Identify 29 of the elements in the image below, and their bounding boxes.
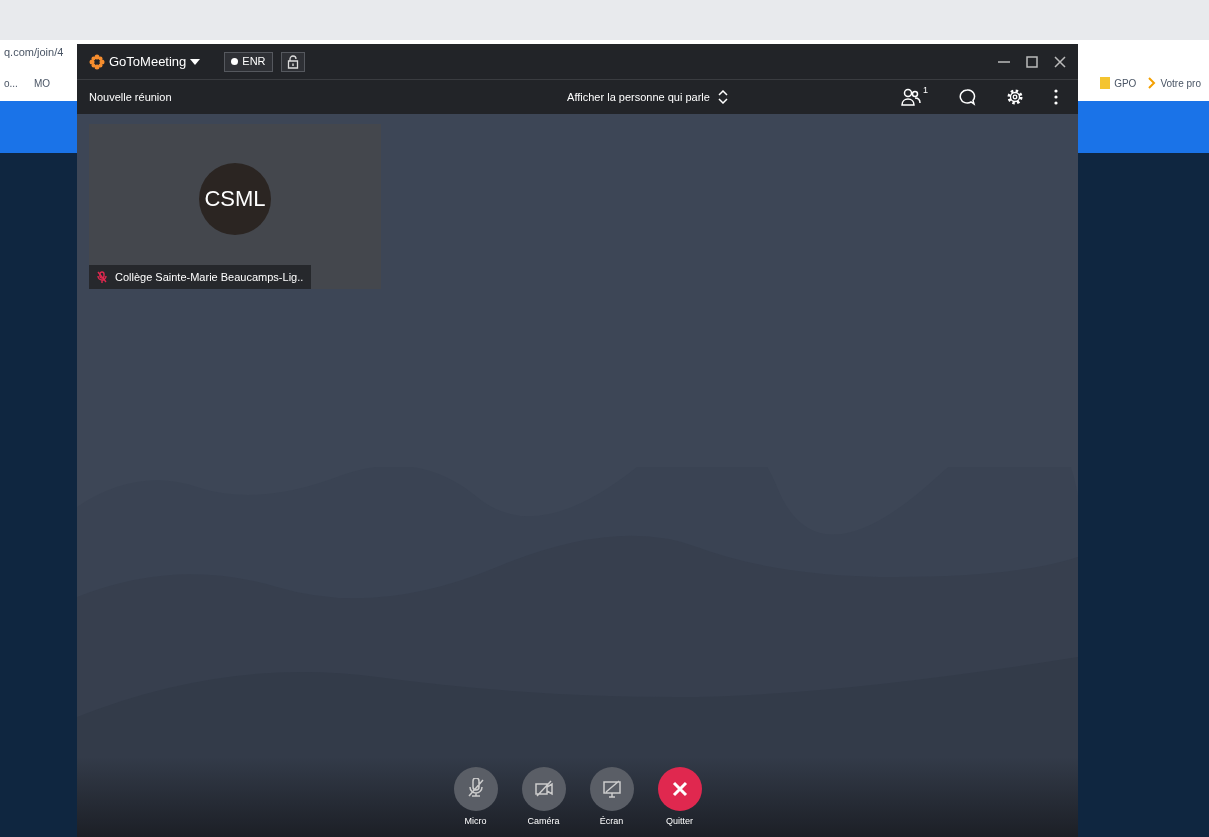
bookmark[interactable]: MO bbox=[33, 75, 50, 91]
participant-count: 1 bbox=[923, 84, 928, 97]
control-label: Caméra bbox=[527, 815, 560, 828]
app-name[interactable]: GoToMeeting bbox=[109, 51, 187, 72]
screen-off-icon bbox=[600, 778, 623, 800]
participants-icon[interactable] bbox=[901, 88, 921, 106]
flower-logo-icon bbox=[89, 53, 105, 70]
address-text[interactable]: q.com/join/4 bbox=[4, 44, 64, 61]
bookmark[interactable]: Votre pro bbox=[1160, 75, 1201, 91]
participant-name: Collège Sainte-Marie Beaucamps-Lig.. bbox=[115, 269, 304, 285]
settings-icon[interactable] bbox=[1006, 88, 1024, 106]
control-label: Quitter bbox=[666, 815, 693, 828]
record-button[interactable]: ENR bbox=[224, 51, 273, 72]
lock-icon bbox=[286, 54, 299, 69]
avatar-initials: CSML bbox=[199, 162, 271, 235]
meeting-name: Nouvelle réunion bbox=[89, 89, 173, 105]
maximize-icon[interactable] bbox=[1026, 55, 1038, 68]
view-mode-selector[interactable]: Afficher la personne qui parle bbox=[567, 88, 710, 106]
bookmark[interactable]: GPO bbox=[1114, 75, 1137, 91]
chevron-icon bbox=[1148, 77, 1157, 89]
chat-bubble-icon[interactable] bbox=[958, 88, 976, 106]
folder-icon bbox=[1100, 77, 1111, 89]
lock-button[interactable] bbox=[280, 51, 305, 72]
close-icon[interactable] bbox=[1054, 55, 1066, 68]
more-options-icon[interactable] bbox=[1054, 89, 1058, 105]
up-down-chevron-icon[interactable] bbox=[717, 90, 728, 104]
control-label: Écran bbox=[599, 815, 624, 828]
bookmark[interactable]: o... bbox=[4, 75, 18, 91]
control-label: Micro bbox=[464, 815, 487, 828]
